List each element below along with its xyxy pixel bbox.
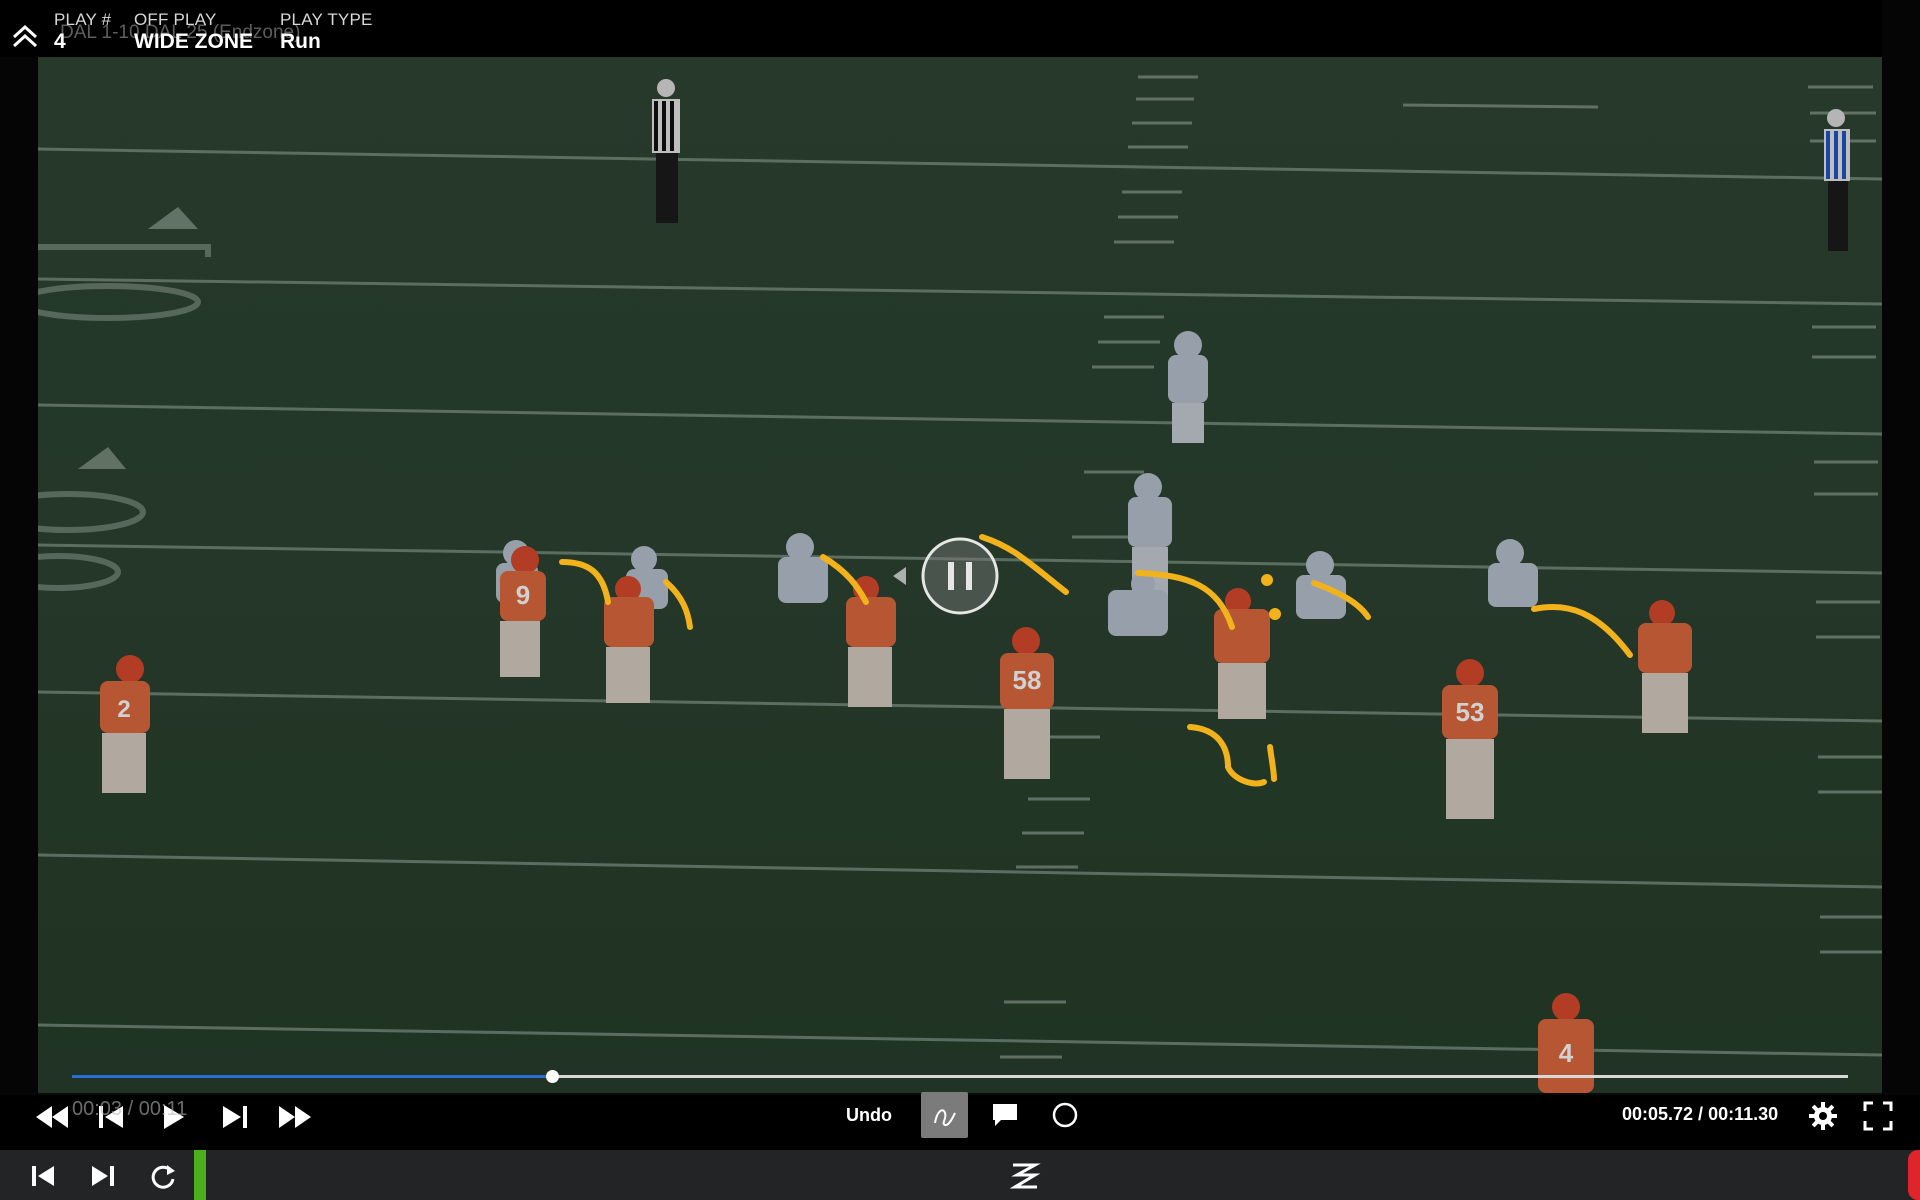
comment-icon[interactable] bbox=[990, 1100, 1020, 1130]
play-number: 4 bbox=[54, 30, 66, 53]
freehand-draw-icon[interactable] bbox=[921, 1092, 968, 1138]
video-progress-bar[interactable] bbox=[72, 1070, 1848, 1083]
play-header: DAL 1-10 DAL 25 (Endzone) PLAY # 4 OFF P… bbox=[0, 0, 1882, 57]
progress-fill bbox=[72, 1075, 552, 1078]
elapsed-time-overlay: 00:03 / 00:11 bbox=[72, 1098, 188, 1120]
gear-icon[interactable] bbox=[1806, 1100, 1840, 1132]
skip-to-end-icon[interactable] bbox=[88, 1162, 118, 1190]
progress-scrubber[interactable] bbox=[545, 1070, 559, 1083]
left-gutter bbox=[0, 0, 38, 1095]
timecode: 00:05.72 / 00:11.30 bbox=[1622, 1104, 1779, 1124]
right-gutter bbox=[1882, 0, 1920, 1095]
play-number-label: PLAY # bbox=[54, 10, 112, 29]
play-type-value: Run bbox=[280, 30, 321, 53]
accent-marker-green bbox=[194, 1150, 206, 1200]
video-frame[interactable]: 9 58 53 4 2 bbox=[38, 57, 1882, 1093]
replay-icon[interactable] bbox=[148, 1162, 178, 1192]
bottom-navigation-bar bbox=[0, 1150, 1920, 1200]
skip-to-start-icon[interactable] bbox=[28, 1162, 58, 1190]
hudl-logo-icon bbox=[1008, 1158, 1042, 1194]
fast-forward-icon[interactable] bbox=[276, 1102, 314, 1132]
undo-button[interactable]: Undo bbox=[846, 1105, 892, 1126]
rewind-icon[interactable] bbox=[34, 1102, 70, 1132]
off-play-label: OFF PLAY bbox=[134, 10, 217, 29]
accent-marker-red bbox=[1908, 1150, 1920, 1200]
play-type-label: PLAY TYPE bbox=[280, 10, 373, 29]
off-play-value: WIDE ZONE bbox=[134, 30, 253, 53]
step-forward-icon[interactable] bbox=[220, 1102, 250, 1132]
fullscreen-icon[interactable] bbox=[1862, 1100, 1894, 1132]
chevron-double-up-icon[interactable] bbox=[10, 20, 40, 50]
circle-tool-icon[interactable] bbox=[1050, 1100, 1080, 1130]
